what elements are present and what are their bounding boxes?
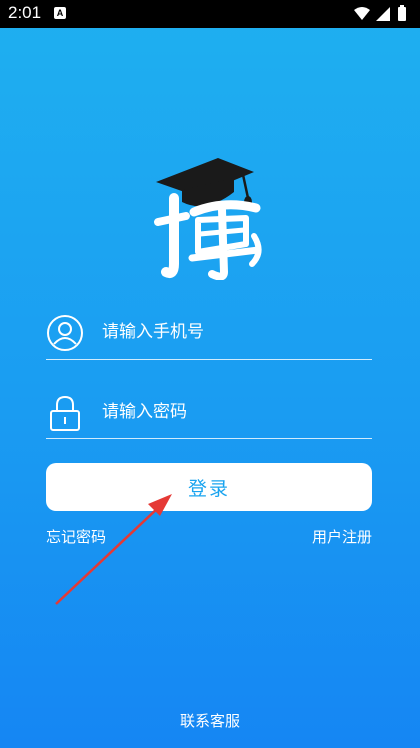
phone-field bbox=[46, 312, 372, 356]
register-link[interactable]: 用户注册 bbox=[312, 526, 372, 547]
annotation-arrow bbox=[55, 494, 172, 605]
wifi-icon bbox=[354, 7, 370, 20]
calligraphy-logo-mark bbox=[154, 193, 262, 280]
battery-icon bbox=[398, 7, 406, 21]
forgot-password-link[interactable]: 忘记密码 bbox=[46, 526, 106, 547]
password-input[interactable] bbox=[102, 398, 362, 426]
password-underline bbox=[46, 438, 372, 439]
login-button[interactable]: 登录 bbox=[46, 463, 372, 511]
user-icon bbox=[47, 315, 83, 351]
login-screen: 2:01 A 请输入手机号 登录 忘记密码 用户注册 联系客服 bbox=[0, 0, 420, 748]
status-bar: 2:01 A bbox=[0, 0, 420, 28]
status-time: 2:01 bbox=[8, 3, 42, 22]
app-logo bbox=[154, 158, 262, 280]
signal-icon bbox=[376, 7, 390, 21]
notification-icon: A bbox=[54, 7, 66, 19]
password-field bbox=[46, 392, 372, 436]
phone-underline bbox=[46, 359, 372, 360]
status-icons bbox=[354, 5, 406, 21]
contact-service-link[interactable]: 联系客服 bbox=[0, 710, 420, 731]
phone-input[interactable] bbox=[102, 318, 362, 346]
lock-icon bbox=[50, 395, 80, 431]
